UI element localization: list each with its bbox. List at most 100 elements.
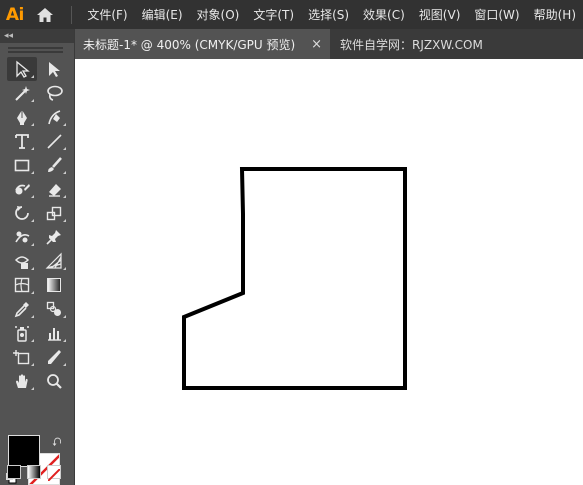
artboard-canvas[interactable]: [75, 59, 583, 485]
perspective-icon: [45, 252, 62, 269]
curvature-tool[interactable]: [39, 105, 69, 129]
color-mode-row: [7, 465, 61, 482]
shaper-tool[interactable]: [7, 177, 37, 201]
tab-rjzxw[interactable]: 软件自学网：RJZXW.COM: [330, 29, 491, 59]
pen-tool[interactable]: [7, 105, 37, 129]
blend-tool[interactable]: [39, 297, 69, 321]
home-icon[interactable]: [30, 0, 60, 29]
scale-icon: [46, 206, 62, 221]
slice-tool[interactable]: [39, 345, 69, 369]
eraser-icon: [49, 184, 61, 197]
brush-icon: [48, 157, 62, 172]
swap-fill-stroke-icon[interactable]: ⮏: [52, 433, 62, 454]
hand-tool[interactable]: [7, 369, 37, 393]
tool-group-indicator: [63, 171, 66, 174]
menu-bar: Ai 文件(F) 编辑(E) 对象(O) 文字(T) 选择(S) 效果(C) 视…: [0, 0, 583, 29]
selection-arrow-icon: [16, 60, 30, 78]
selection-tool[interactable]: [7, 57, 37, 81]
menu-type[interactable]: 文字(T): [246, 0, 301, 29]
tool-grid: [0, 57, 74, 393]
close-icon[interactable]: ×: [311, 37, 322, 52]
none-mode-button[interactable]: [47, 465, 61, 482]
perspective-grid-tool[interactable]: [39, 249, 69, 273]
tool-group-indicator: [31, 195, 34, 198]
tool-group-indicator: [63, 123, 66, 126]
tool-group-indicator: [63, 339, 66, 342]
artboard-tool[interactable]: [7, 345, 37, 369]
column-graph-tool[interactable]: [39, 321, 69, 345]
pin-tool[interactable]: [39, 225, 69, 249]
symbol-sprayer-tool[interactable]: [7, 321, 37, 345]
pen-icon: [17, 110, 27, 125]
tool-group-indicator: [63, 267, 66, 270]
gradient-mode-button[interactable]: [27, 465, 41, 479]
scale-tool[interactable]: [39, 201, 69, 225]
lasso-icon: [47, 85, 63, 101]
shaper-icon: [15, 184, 30, 195]
free-transform-icon: [14, 256, 30, 269]
zoom-tool[interactable]: [39, 369, 69, 393]
tool-group-indicator: [63, 315, 66, 318]
menu-effect[interactable]: 效果(C): [356, 0, 412, 29]
tool-group-indicator: [31, 387, 34, 390]
tool-group-indicator: [31, 147, 34, 150]
mesh-tool[interactable]: [7, 273, 37, 297]
menu-file[interactable]: 文件(F): [80, 0, 134, 29]
eyedropper-icon: [14, 302, 29, 318]
menu-divider: [71, 5, 73, 24]
fill-swatch[interactable]: [8, 435, 40, 467]
magnifier-icon: [47, 374, 62, 389]
tool-group-indicator: [31, 123, 34, 126]
eyedropper-tool[interactable]: [7, 297, 37, 321]
gradient-icon: [47, 278, 61, 292]
illustrator-window: Ai 文件(F) 编辑(E) 对象(O) 文字(T) 选择(S) 效果(C) 视…: [0, 0, 583, 485]
tool-group-indicator: [31, 267, 34, 270]
rotate-icon: [15, 206, 29, 220]
paintbrush-tool[interactable]: [39, 153, 69, 177]
line-segment-tool[interactable]: [39, 129, 69, 153]
rectangle-tool[interactable]: [7, 153, 37, 177]
magic-wand-icon: [15, 86, 30, 101]
color-mode-button[interactable]: [7, 465, 21, 479]
tool-group-indicator: [31, 363, 34, 366]
tool-group-indicator: [31, 243, 34, 246]
panel-grip[interactable]: [8, 47, 63, 53]
tool-group-indicator: [31, 99, 34, 102]
line-icon: [47, 134, 62, 149]
panel-collapse-button[interactable]: ◂◂: [0, 29, 74, 43]
menu-help[interactable]: 帮助(H): [527, 0, 583, 29]
lasso-tool[interactable]: [39, 81, 69, 105]
tool-group-indicator: [31, 171, 34, 174]
tool-group-indicator: [31, 315, 34, 318]
menu-view[interactable]: 视图(V): [412, 0, 468, 29]
app-logo: Ai: [5, 4, 24, 25]
tool-group-indicator: [63, 147, 66, 150]
artboard-icon: [13, 350, 30, 365]
tool-group-indicator: [63, 195, 66, 198]
magic-wand-tool[interactable]: [7, 81, 37, 105]
tab-label: 未标题-1* @ 400% (CMYK/GPU 预览): [83, 37, 296, 52]
free-transform-tool[interactable]: [7, 249, 37, 273]
menu-edit[interactable]: 编辑(E): [135, 0, 190, 29]
tool-group-indicator: [63, 363, 66, 366]
tool-group-indicator: [31, 291, 34, 294]
knife-icon: [48, 350, 61, 364]
drawn-path-shape[interactable]: [182, 167, 407, 390]
canvas-artwork: [182, 167, 407, 390]
menu-window[interactable]: 窗口(W): [467, 0, 526, 29]
blend-icon: [46, 301, 61, 316]
direct-selection-arrow-icon: [49, 62, 60, 77]
tab-label: 软件自学网：RJZXW.COM: [340, 37, 483, 52]
direct-selection-tool[interactable]: [39, 57, 69, 81]
tab-untitled-1[interactable]: 未标题-1* @ 400% (CMYK/GPU 预览) ×: [75, 29, 330, 59]
eraser-tool[interactable]: [39, 177, 69, 201]
tool-group-indicator: [31, 219, 34, 222]
tool-group-indicator: [31, 339, 34, 342]
hand-icon: [16, 374, 28, 388]
puppet-warp-tool[interactable]: [7, 225, 37, 249]
type-tool[interactable]: [7, 129, 37, 153]
gradient-tool[interactable]: [39, 273, 69, 297]
rotate-tool[interactable]: [7, 201, 37, 225]
menu-select[interactable]: 选择(S): [301, 0, 356, 29]
menu-object[interactable]: 对象(O): [190, 0, 247, 29]
